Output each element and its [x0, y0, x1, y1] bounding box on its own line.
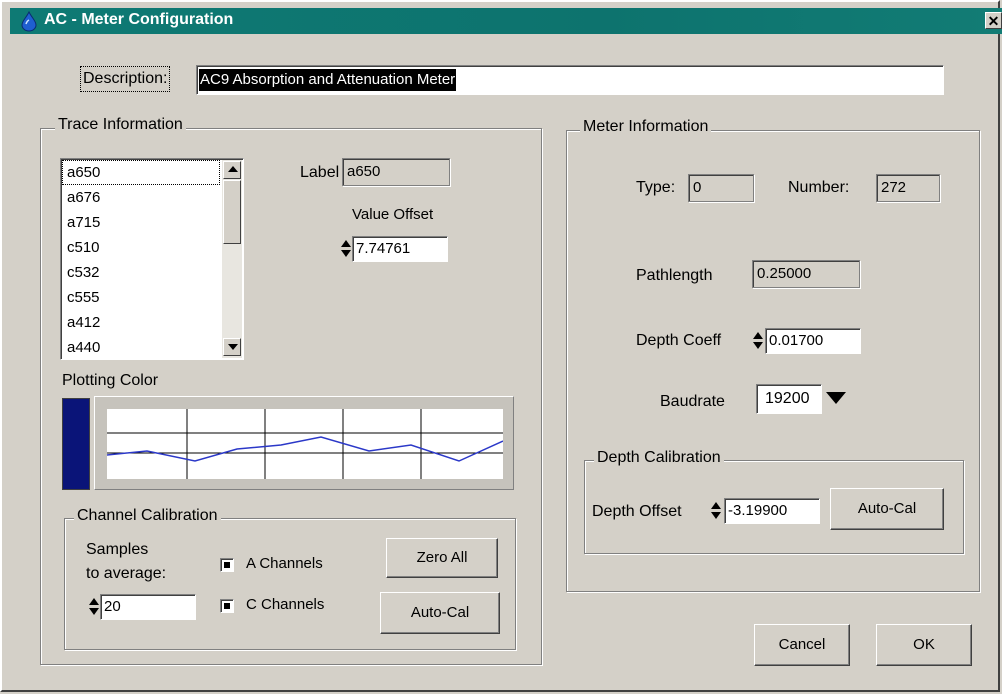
ok-button[interactable]: OK [876, 624, 972, 666]
type-field: 0 [688, 174, 754, 202]
trace-label-field: a650 [342, 158, 450, 186]
samples-input[interactable]: 20 [100, 594, 196, 620]
depth-calibration-title: Depth Calibration [594, 449, 724, 467]
scroll-up-arrow-icon [228, 166, 238, 172]
cancel-button[interactable]: Cancel [754, 624, 850, 666]
value-offset-spin-icon[interactable] [340, 236, 351, 262]
list-item[interactable]: c510 [62, 235, 220, 260]
type-label: Type: [636, 179, 676, 196]
samples-caption-line2: to average: [86, 565, 167, 582]
scroll-thumb[interactable] [223, 180, 241, 244]
scroll-up-button[interactable] [223, 161, 241, 179]
channel-auto-cal-button[interactable]: Auto-Cal [380, 592, 500, 634]
number-field: 272 [876, 174, 940, 202]
depth-coeff-spin-icon[interactable] [752, 328, 763, 354]
water-drop-icon [21, 10, 37, 32]
depth-coeff-label: Depth Coeff [636, 332, 722, 349]
c-channels-checkbox[interactable] [220, 599, 234, 613]
value-offset-input[interactable]: 7.74761 [352, 236, 448, 262]
plot-color-swatch[interactable] [62, 398, 90, 490]
trace-preview-frame [94, 396, 514, 490]
a-channels-checkbox[interactable] [220, 558, 234, 572]
trace-listbox[interactable]: a650 a676 a715 c510 c532 c555 a412 a440 [60, 158, 244, 360]
depth-offset-spin-icon[interactable] [710, 498, 721, 524]
depth-offset-label: Depth Offset [592, 503, 682, 520]
number-label: Number: [788, 179, 850, 196]
meter-information-title: Meter Information [580, 118, 712, 136]
c-channels-label: C Channels [246, 596, 325, 613]
a-channels-label: A Channels [246, 555, 323, 572]
list-item[interactable]: a676 [62, 185, 220, 210]
close-icon[interactable]: ✕ [985, 12, 1002, 29]
depth-coeff-input[interactable]: 0.01700 [765, 328, 861, 354]
list-scrollbar[interactable] [222, 160, 242, 358]
trace-information-title: Trace Information [55, 116, 186, 134]
samples-spin-icon[interactable] [88, 594, 99, 620]
pathlength-field: 0.25000 [752, 260, 860, 288]
baudrate-select[interactable]: 19200 [756, 384, 848, 414]
pathlength-label: Pathlength [636, 267, 713, 284]
scroll-down-arrow-icon [228, 344, 238, 350]
plotting-color-caption: Plotting Color [62, 372, 159, 389]
channel-calibration-title: Channel Calibration [74, 507, 221, 525]
title-bar[interactable]: AC - Meter Configuration ✕ [10, 8, 1002, 34]
baudrate-label: Baudrate [660, 393, 725, 410]
list-item[interactable]: c555 [62, 285, 220, 310]
depth-auto-cal-button[interactable]: Auto-Cal [830, 488, 944, 530]
scroll-down-button[interactable] [223, 338, 241, 356]
list-item[interactable]: a715 [62, 210, 220, 235]
samples-caption-line1: Samples [86, 541, 149, 558]
list-item[interactable]: a440 [62, 335, 220, 360]
trace-preview [107, 409, 503, 479]
list-item[interactable]: a650 [62, 160, 220, 185]
list-item[interactable]: a412 [62, 310, 220, 335]
description-label: Description: [80, 66, 171, 92]
zero-all-button[interactable]: Zero All [386, 538, 498, 578]
value-offset-caption: Value Offset [352, 206, 434, 223]
list-item[interactable]: c532 [62, 260, 220, 285]
baudrate-value: 19200 [756, 384, 822, 414]
trace-preview-background [107, 409, 503, 479]
trace-list: a650 a676 a715 c510 c532 c555 a412 a440 [62, 160, 220, 360]
depth-offset-input[interactable]: -3.19900 [724, 498, 820, 524]
window-title: AC - Meter Configuration [44, 11, 234, 28]
description-value: AC9 Absorption and Attenuation Meter [199, 69, 457, 91]
trace-label-caption: Label [300, 164, 340, 181]
dropdown-arrow-icon[interactable] [826, 392, 846, 404]
description-field[interactable]: AC9 Absorption and Attenuation Meter [196, 65, 944, 95]
